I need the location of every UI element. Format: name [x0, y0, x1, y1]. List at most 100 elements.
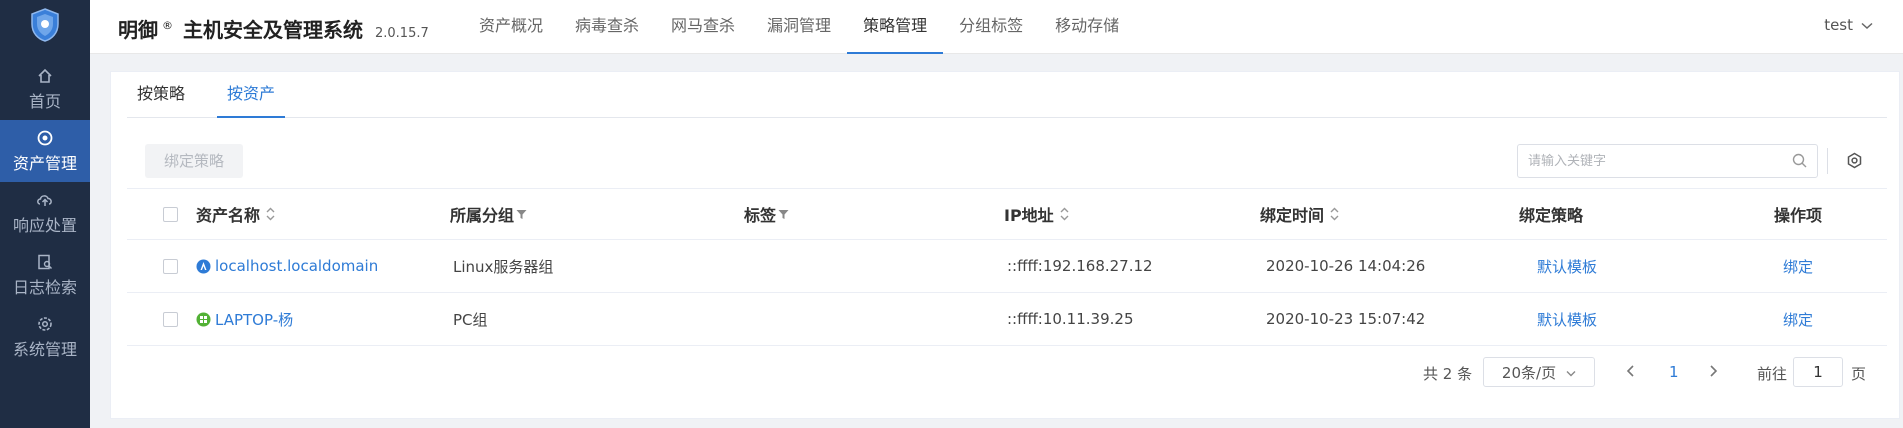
sidebar-item-label: 首页 [28, 92, 61, 111]
sidebar-item-label: 系统管理 [12, 340, 77, 359]
col-asset-name[interactable]: 资产名称 [196, 189, 275, 239]
sidebar-item-response[interactable]: 响应处置 [0, 182, 90, 244]
column-header-label: 标签 [744, 206, 777, 225]
ip-cell: ::ffff:192.168.27.12 [1007, 257, 1153, 275]
col-operations: 操作项 [1774, 189, 1822, 239]
row-select-cell [163, 240, 178, 292]
windows-icon [196, 312, 211, 327]
col-bind-time[interactable]: 绑定时间 [1260, 189, 1339, 239]
row-checkbox[interactable] [163, 311, 178, 327]
top-nav: 资产概况 病毒查杀 网马查杀 漏洞管理 策略管理 分组标签 移动存储 [463, 0, 1135, 54]
tab-vulnerability[interactable]: 漏洞管理 [751, 0, 847, 54]
goto-page-input[interactable]: 1 [1793, 357, 1843, 387]
column-header-label: 绑定策略 [1519, 206, 1584, 225]
system-name: 主机安全及管理系统 [183, 18, 363, 42]
asset-name-link[interactable]: LAPTOP-杨 [215, 309, 293, 330]
col-tag[interactable]: 标签 [744, 189, 789, 239]
sort-icon[interactable] [1060, 207, 1069, 221]
page-number-current[interactable]: 1 [1669, 363, 1679, 381]
page-size-value: 20条/页 [1501, 363, 1557, 382]
column-header-label: 操作项 [1774, 206, 1823, 225]
linux-icon [196, 259, 211, 274]
sort-icon[interactable] [1330, 207, 1339, 221]
sidebar-item-home[interactable]: 首页 [0, 58, 90, 120]
table-row: localhost.localdomain Linux服务器组 ::ffff:1… [127, 240, 1887, 293]
column-settings-icon[interactable] [1846, 152, 1863, 173]
registered-mark: ® [162, 19, 173, 32]
ip-cell: ::ffff:10.11.39.25 [1007, 310, 1134, 328]
sidebar: 首页 资产管理 响应处置 日志检索 系统管理 [0, 0, 90, 428]
tab-virus-scan[interactable]: 病毒查杀 [559, 0, 655, 54]
group-cell: PC组 [453, 310, 488, 329]
tab-asset-overview[interactable]: 资产概况 [463, 0, 559, 54]
row-checkbox[interactable] [163, 258, 178, 274]
bind-policy-button[interactable]: 绑定策略 [145, 144, 243, 178]
chevron-down-icon [1861, 16, 1873, 34]
search-icon[interactable] [1792, 153, 1807, 172]
shield-logo-icon [30, 8, 60, 46]
page-unit-label: 页 [1851, 365, 1867, 383]
cloud-upload-icon [36, 190, 54, 210]
sidebar-item-label: 日志检索 [12, 278, 77, 297]
chevron-down-icon [1566, 363, 1576, 381]
col-ip[interactable]: IP地址 [1004, 189, 1069, 239]
filter-icon[interactable] [778, 205, 789, 224]
bind-time-cell: 2020-10-23 15:07:42 [1266, 310, 1426, 328]
brand-name: 明御 [118, 18, 158, 42]
asset-icon [37, 128, 53, 148]
row-select-cell [163, 293, 178, 345]
col-group[interactable]: 所属分组 [450, 189, 527, 239]
column-header-label: 资产名称 [196, 206, 261, 225]
asset-table: 资产名称 所属分组 标签 IP地址 绑定时间 绑定策略 操作项 localhos… [127, 188, 1887, 346]
filter-icon[interactable] [516, 205, 527, 224]
search-box [1517, 144, 1818, 178]
sidebar-item-label: 资产管理 [12, 154, 77, 173]
table-header-row: 资产名称 所属分组 标签 IP地址 绑定时间 绑定策略 操作项 [127, 188, 1887, 240]
sub-tabs: 按策略 按资产 [127, 72, 1887, 118]
column-header-label: 绑定时间 [1260, 206, 1325, 225]
goto-label: 前往 [1757, 365, 1788, 383]
group-cell: Linux服务器组 [453, 257, 554, 276]
tab-by-asset[interactable]: 按资产 [217, 72, 286, 118]
sidebar-item-assets[interactable]: 资产管理 [0, 120, 90, 182]
total-count: 共 2 条 [1423, 365, 1473, 383]
sidebar-item-system[interactable]: 系统管理 [0, 306, 90, 368]
home-icon [37, 66, 53, 86]
settings-icon [37, 314, 53, 334]
sidebar-item-label: 响应处置 [12, 216, 77, 235]
tab-group-tags[interactable]: 分组标签 [943, 0, 1039, 54]
next-page-icon[interactable] [1709, 364, 1718, 382]
select-all-checkbox[interactable] [163, 206, 178, 222]
policy-link[interactable]: 默认模板 [1537, 293, 1597, 345]
app-title: 明御 ® 主机安全及管理系统 2.0.15.7 [118, 14, 429, 43]
column-header-label: IP地址 [1004, 206, 1054, 225]
sidebar-item-logs[interactable]: 日志检索 [0, 244, 90, 306]
bind-action-link[interactable]: 绑定 [1783, 240, 1813, 292]
asset-name-cell: localhost.localdomain [196, 240, 378, 292]
tab-policy[interactable]: 策略管理 [847, 0, 944, 54]
asset-name-cell: LAPTOP-杨 [196, 293, 293, 345]
tab-mobile-storage[interactable]: 移动存储 [1039, 0, 1135, 54]
page-size-select[interactable]: 20条/页 [1483, 357, 1595, 387]
toolbar-divider [1827, 148, 1828, 174]
tab-by-policy[interactable]: 按策略 [127, 72, 195, 118]
prev-page-icon[interactable] [1626, 364, 1635, 382]
policy-link[interactable]: 默认模板 [1537, 240, 1597, 292]
column-header-label: 所属分组 [450, 206, 515, 225]
log-search-icon [37, 252, 53, 272]
content-card: 按策略 按资产 绑定策略 资产名称 所属分组 [110, 71, 1900, 419]
search-input[interactable] [1518, 145, 1778, 177]
asset-name-link[interactable]: localhost.localdomain [215, 257, 378, 275]
pagination: 共 2 条 20条/页 1 前往 1 页 [111, 357, 1899, 387]
sort-icon[interactable] [266, 207, 275, 221]
table-row: LAPTOP-杨 PC组 ::ffff:10.11.39.25 2020-10-… [127, 293, 1887, 346]
select-all-cell [163, 189, 178, 239]
col-bound-policy: 绑定策略 [1519, 189, 1583, 239]
version-label: 2.0.15.7 [375, 26, 429, 41]
user-menu[interactable]: test [1824, 16, 1873, 34]
bind-action-link[interactable]: 绑定 [1783, 293, 1813, 345]
top-header: 明御 ® 主机安全及管理系统 2.0.15.7 资产概况 病毒查杀 网马查杀 漏… [90, 0, 1903, 54]
tab-webshell-scan[interactable]: 网马查杀 [655, 0, 751, 54]
bind-time-cell: 2020-10-26 14:04:26 [1266, 257, 1426, 275]
logo [0, 0, 90, 54]
